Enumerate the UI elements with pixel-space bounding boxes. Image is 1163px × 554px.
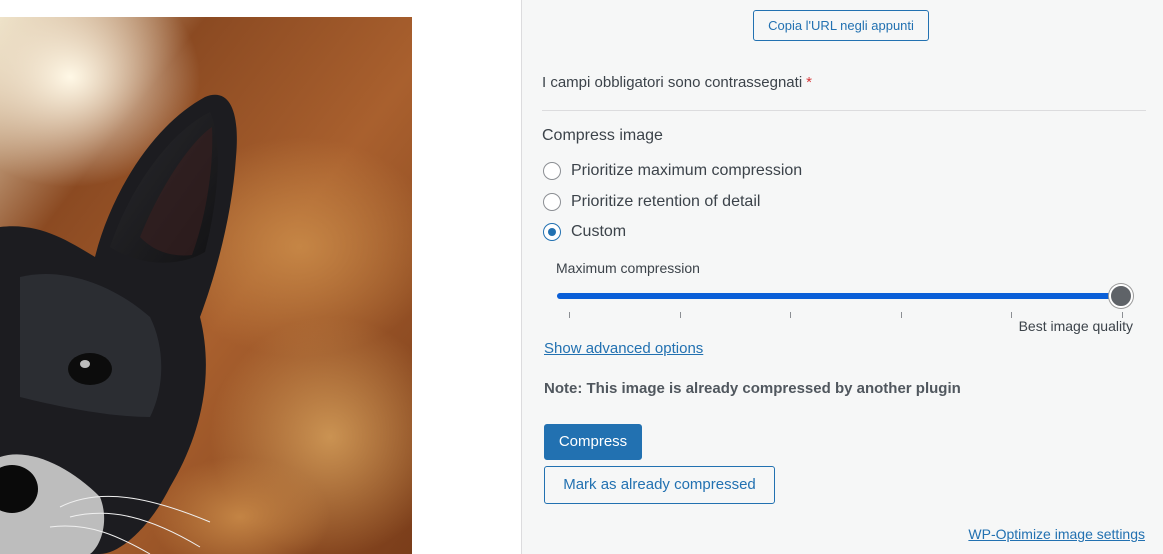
radio-button[interactable] <box>543 162 561 180</box>
slider-min-label: Maximum compression <box>556 260 700 276</box>
divider <box>542 110 1146 111</box>
compress-button[interactable]: Compress <box>544 424 642 460</box>
quality-slider-track[interactable] <box>557 293 1123 299</box>
image-preview-area <box>0 0 521 554</box>
required-star: * <box>806 74 812 91</box>
quality-slider-fill <box>557 293 1123 299</box>
required-note-text: I campi obbligatori sono contrassegnati <box>542 74 803 91</box>
media-edit-page: Copia l'URL negli appunti I campi obblig… <box>0 0 1163 554</box>
radio-label: Custom <box>571 223 627 240</box>
already-compressed-note: Note: This image is already compressed b… <box>544 380 961 397</box>
slider-max-label: Best image quality <box>1018 318 1133 334</box>
slider-tick <box>569 312 570 318</box>
radio-max-compression[interactable]: Prioritize maximum compression <box>543 162 802 180</box>
radio-label: Prioritize maximum compression <box>571 162 803 179</box>
quality-slider-thumb[interactable] <box>1109 284 1133 308</box>
dog-photo <box>0 17 412 554</box>
slider-tick <box>790 312 791 318</box>
radio-button[interactable] <box>543 193 561 211</box>
radio-retain-detail[interactable]: Prioritize retention of detail <box>543 193 760 211</box>
slider-tick <box>679 312 681 318</box>
radio-button-checked[interactable] <box>543 223 561 241</box>
attachment-details-panel: Copia l'URL negli appunti I campi obblig… <box>521 0 1163 554</box>
mark-as-compressed-button[interactable]: Mark as already compressed <box>544 466 775 504</box>
image-settings-link[interactable]: WP-Optimize image settings <box>968 526 1145 542</box>
copy-url-button[interactable]: Copia l'URL negli appunti <box>753 10 929 41</box>
compress-section-title: Compress image <box>542 127 663 144</box>
slider-tick <box>1011 312 1012 318</box>
required-fields-note: I campi obbligatori sono contrassegnati * <box>542 74 812 91</box>
slider-tick <box>900 312 902 318</box>
show-advanced-options-link[interactable]: Show advanced options <box>544 340 703 357</box>
radio-label: Prioritize retention of detail <box>571 193 761 210</box>
radio-custom[interactable]: Custom <box>543 223 626 241</box>
